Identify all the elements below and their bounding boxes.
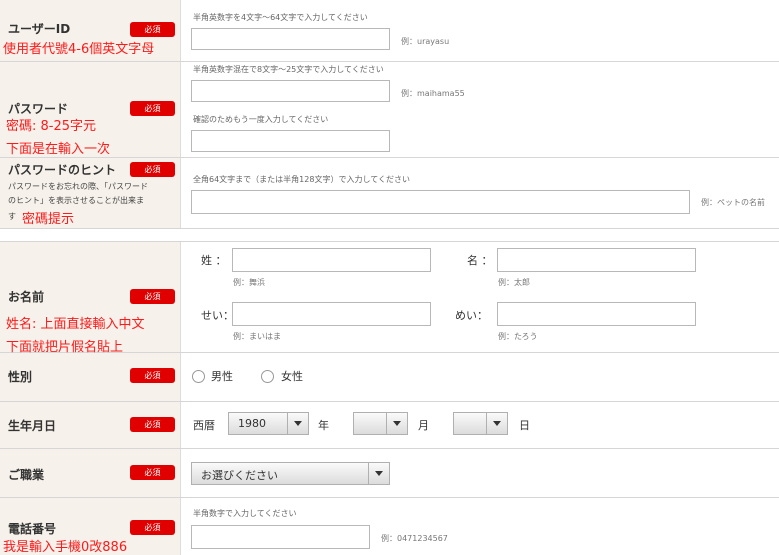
first-name-kana-example: 例：たろう <box>498 332 538 341</box>
name-note-kana: 下面就把片假名貼上 <box>6 340 124 355</box>
hint-description-line1: パスワードをお忘れの際、「パスワード <box>8 182 148 191</box>
required-badge: 必須 <box>130 368 175 383</box>
password-help: 半角英数字混在で8文字～25文字で入力してください <box>193 65 384 74</box>
password-note-length: 密碼: 8-25字元 <box>6 119 97 134</box>
last-name-label: 姓 ： <box>201 254 227 267</box>
hint-note: 密碼提示 <box>22 212 75 227</box>
chevron-down-icon <box>287 413 308 434</box>
last-name-example: 例：舞浜 <box>233 278 265 287</box>
occupation-select[interactable]: お選びください <box>191 462 390 485</box>
row-divider <box>0 157 779 158</box>
required-badge: 必須 <box>130 465 175 480</box>
required-badge: 必須 <box>130 22 175 37</box>
phone-input[interactable] <box>191 525 370 549</box>
required-badge: 必須 <box>130 162 175 177</box>
phone-note: 我是輸入手機0改886 <box>3 540 128 555</box>
gender-female-label[interactable]: 女性 <box>281 368 303 384</box>
user-id-title: ユーザーID <box>8 22 71 36</box>
hint-title: パスワードのヒント <box>8 163 117 177</box>
birth-year-value: 1980 <box>238 417 266 430</box>
first-name-example: 例：太郎 <box>498 278 530 287</box>
chevron-down-icon <box>386 413 407 434</box>
phone-help: 半角数字で入力してください <box>193 509 297 518</box>
last-name-kana-label: せい： <box>201 309 234 322</box>
row-divider <box>0 448 779 449</box>
birth-day-unit: 日 <box>519 419 530 432</box>
name-note-chinese: 姓名: 上面直接輸入中文 <box>6 317 145 332</box>
birthday-era-label: 西暦 <box>193 419 215 432</box>
birth-year-unit: 年 <box>318 419 329 432</box>
gender-female-radio[interactable] <box>261 370 274 383</box>
hint-example: 例：ペットの名前 <box>701 198 765 207</box>
gender-male-label[interactable]: 男性 <box>211 368 233 384</box>
hint-input[interactable] <box>191 190 690 214</box>
gender-male-radio[interactable] <box>192 370 205 383</box>
password-example: 例：maihama55 <box>401 89 465 98</box>
hint-description-line2: のヒント」を表示させることが出来ま <box>8 196 144 205</box>
row-divider <box>0 228 779 229</box>
row-divider <box>0 61 779 62</box>
required-badge: 必須 <box>130 417 175 432</box>
birthday-title: 生年月日 <box>8 419 57 433</box>
chevron-down-icon <box>368 463 389 484</box>
hint-description-line3: す <box>8 212 16 221</box>
password-confirm-help: 確認のためもう一度入力してください <box>193 115 329 124</box>
row-divider <box>0 401 779 402</box>
first-name-label: 名 ： <box>467 254 493 267</box>
password-confirm-input[interactable] <box>191 130 390 152</box>
required-badge: 必須 <box>130 520 175 535</box>
chevron-down-icon <box>486 413 507 434</box>
occupation-selected-value: お選びください <box>201 469 278 482</box>
first-name-input[interactable] <box>497 248 696 272</box>
phone-title: 電話番号 <box>8 522 57 536</box>
user-id-help: 半角英数字を4文字～64文字で入力してください <box>193 13 368 22</box>
first-name-kana-label: めい： <box>455 309 488 322</box>
last-name-kana-example: 例：まいはま <box>233 332 281 341</box>
name-title: お名前 <box>8 290 45 304</box>
last-name-kana-input[interactable] <box>232 302 431 326</box>
user-id-input[interactable] <box>191 28 390 50</box>
row-divider <box>0 241 779 242</box>
birth-month-unit: 月 <box>418 419 429 432</box>
user-id-note: 使用者代號4-6個英文字母 <box>3 42 155 57</box>
birth-month-select[interactable] <box>353 412 408 435</box>
password-input[interactable] <box>191 80 390 102</box>
birth-year-select[interactable]: 1980 <box>228 412 309 435</box>
required-badge: 必須 <box>130 101 175 116</box>
hint-help: 全角64文字まで（または半角128文字）で入力してください <box>193 175 410 184</box>
occupation-title: ご職業 <box>8 468 45 482</box>
password-note-confirm: 下面是在輸入一次 <box>6 142 111 157</box>
user-id-example: 例：urayasu <box>401 37 450 46</box>
last-name-input[interactable] <box>232 248 431 272</box>
birth-day-select[interactable] <box>453 412 508 435</box>
row-divider <box>0 497 779 498</box>
gender-title: 性別 <box>8 370 33 384</box>
required-badge: 必須 <box>130 289 175 304</box>
first-name-kana-input[interactable] <box>497 302 696 326</box>
phone-example: 例：0471234567 <box>381 534 448 543</box>
